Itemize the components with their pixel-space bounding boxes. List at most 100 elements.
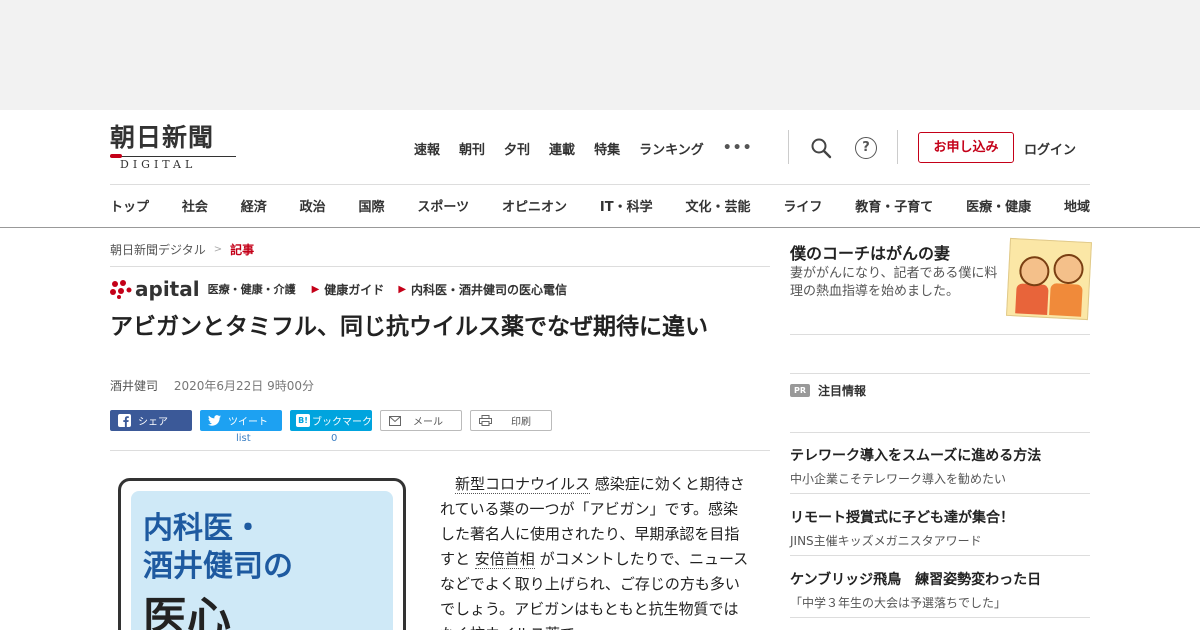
top-nav-item[interactable]: 特集 <box>594 139 620 158</box>
twitter-share-label: ツイート <box>228 417 268 428</box>
top-nav-item[interactable]: 連載 <box>549 139 575 158</box>
top-nav-item[interactable]: 朝刊 <box>459 139 485 158</box>
article-image-text: 医心 <box>143 593 231 630</box>
category-item[interactable]: 地域 <box>1064 196 1090 215</box>
pr-badge: PR <box>790 384 810 397</box>
print-button[interactable]: 印刷 <box>470 410 552 431</box>
mail-icon <box>387 414 403 427</box>
login-link[interactable]: ログイン <box>1024 139 1076 158</box>
pr-item[interactable]: ケンブリッジ飛鳥 練習姿勢変わった日 「中学３年生の大会は予選落ちでした」 <box>790 569 1090 611</box>
category-item[interactable]: 文化・芸能 <box>685 196 750 215</box>
keyword-link[interactable]: 安倍首相 <box>474 550 535 569</box>
category-item[interactable]: オピニオン <box>502 196 567 215</box>
pr-item[interactable]: リモート授賞式に子ども達が集合！ JINS主催キッズメガニスタアワード <box>790 507 1090 549</box>
article-title: アビガンとタミフル、同じ抗ウイルス薬でなぜ期待に違い <box>110 314 708 340</box>
promo-description[interactable]: 妻ががんになり、記者である僕に料理の熱血指導を始めました。 <box>790 265 1005 301</box>
breadcrumb: 朝日新聞デジタル > 記事 <box>110 241 254 258</box>
pr-item-subtitle: 中小企業こそテレワーク導入を勧めたい <box>790 472 1007 486</box>
category-item[interactable]: 国際 <box>359 196 385 215</box>
mail-share-label: メール <box>413 417 443 428</box>
keyword-link[interactable]: 新型コロナウイルス <box>455 475 591 494</box>
help-icon[interactable]: ? <box>855 137 877 159</box>
print-icon <box>477 414 493 427</box>
asahi-logo[interactable]: 朝日新聞 DIGITAL <box>110 123 240 171</box>
sidebar-divider <box>790 493 1090 494</box>
pr-item[interactable]: テレワーク導入をスムーズに進める方法 中小企業こそテレワーク導入を勧めたい <box>790 445 1090 487</box>
sidebar-divider <box>790 555 1090 556</box>
facebook-share-button[interactable]: シェア <box>110 410 192 431</box>
category-item[interactable]: トップ <box>110 196 149 215</box>
hatena-bookmark-button[interactable]: B! ブックマーク <box>290 410 372 431</box>
triangle-right-icon: ▶ <box>311 283 320 295</box>
pr-item-title: テレワーク導入をスムーズに進める方法 <box>790 448 1042 464</box>
category-item[interactable]: 医療・健康 <box>966 196 1031 215</box>
sidebar-divider <box>790 334 1090 335</box>
author[interactable]: 酒井健司 <box>110 379 158 393</box>
twitter-count[interactable]: list <box>236 433 251 444</box>
promo-illustration[interactable] <box>1006 237 1092 321</box>
twitter-share-button[interactable]: ツイート <box>200 410 282 431</box>
more-menu-icon[interactable]: ••• <box>723 140 753 156</box>
nav-divider <box>0 227 1200 228</box>
facebook-share-label: シェア <box>138 417 168 428</box>
pr-item-subtitle: JINS主催キッズメガニスタアワード <box>790 534 982 548</box>
category-list: トップ 社会 経済 政治 国際 スポーツ オピニオン IT・科学 文化・芸能 ラ… <box>110 196 1090 215</box>
apply-button[interactable]: お申し込み <box>918 132 1014 163</box>
apital-link-label: 内科医・酒井健司の医心電信 <box>411 282 568 297</box>
promo-title[interactable]: 僕のコーチはがんの妻 <box>790 240 950 264</box>
byline: 酒井健司 2020年6月22日 9時00分 <box>110 377 314 394</box>
category-item[interactable]: 政治 <box>300 196 326 215</box>
pr-header: PR 注目情報 <box>790 382 866 399</box>
apital-link-column[interactable]: ▶ 内科医・酒井健司の医心電信 <box>398 281 567 298</box>
top-nav-item[interactable]: 速報 <box>414 139 440 158</box>
hatena-bookmark-icon: B! <box>296 414 310 427</box>
apital-wordmark: apital <box>135 277 200 301</box>
article-body: 新型コロナウイルス 感染症に効くと期待されている薬の一つが「アビガン」です。感染… <box>440 472 750 630</box>
hatena-bookmark-label: ブックマーク <box>312 417 372 428</box>
pr-item-subtitle: 「中学３年生の大会は予選落ちでした」 <box>790 596 1007 610</box>
category-item[interactable]: 教育・子育て <box>855 196 933 215</box>
category-item[interactable]: 社会 <box>182 196 208 215</box>
header-divider <box>897 130 898 164</box>
apital-tagline: 医療・健康・介護 <box>207 283 296 296</box>
category-item[interactable]: スポーツ <box>417 196 469 215</box>
print-label: 印刷 <box>511 417 531 428</box>
pr-item-title: リモート授賞式に子ども達が集合！ <box>790 510 1014 526</box>
article-image-text: 酒井健司の <box>143 549 293 584</box>
sidebar-divider <box>790 432 1090 433</box>
top-nav-item[interactable]: 夕刊 <box>504 139 530 158</box>
breadcrumb-home[interactable]: 朝日新聞デジタル <box>110 241 206 258</box>
article-image[interactable]: 内科医・ 酒井健司の 医心 <box>118 478 406 630</box>
apital-dots-icon <box>110 280 132 299</box>
category-item[interactable]: ライフ <box>783 196 822 215</box>
search-icon[interactable] <box>810 137 832 159</box>
mail-share-button[interactable]: メール <box>380 410 462 431</box>
breadcrumb-separator: > <box>213 244 223 255</box>
breadcrumb-current[interactable]: 記事 <box>230 241 254 258</box>
share-buttons: シェア ツイート B! ブックマーク メール 印刷 <box>110 410 560 431</box>
illustration-face <box>1018 255 1051 287</box>
apital-link-guide[interactable]: ▶ 健康ガイド <box>312 281 385 298</box>
apital-bar: apital 医療・健康・介護 ▶ 健康ガイド ▶ 内科医・酒井健司の医心電信 <box>110 277 581 301</box>
pr-label: 注目情報 <box>818 384 867 398</box>
category-item[interactable]: 経済 <box>241 196 267 215</box>
logo-name: 朝日新聞 <box>110 123 215 152</box>
ad-space <box>0 0 1200 110</box>
pr-item-title: ケンブリッジ飛鳥 練習姿勢変わった日 <box>790 572 1042 588</box>
category-item[interactable]: IT・科学 <box>600 196 653 215</box>
article-image-text: 内科医・ <box>143 511 263 546</box>
apital-link-label: 健康ガイド <box>324 282 385 297</box>
apital-logo[interactable]: apital <box>110 277 200 301</box>
facebook-icon <box>116 414 132 427</box>
illustration-figure <box>1049 283 1083 317</box>
nav-divider <box>110 184 1090 185</box>
publish-date: 2020年6月22日 9時00分 <box>173 379 315 393</box>
illustration-face <box>1052 253 1085 285</box>
share-divider <box>110 450 770 451</box>
hatena-count[interactable]: 0 <box>331 433 337 444</box>
category-nav: トップ 社会 経済 政治 国際 スポーツ オピニオン IT・科学 文化・芸能 ラ… <box>0 184 1200 228</box>
header-divider <box>788 130 789 164</box>
top-nav-item[interactable]: ランキング <box>639 139 704 158</box>
sidebar-divider <box>790 373 1090 374</box>
twitter-icon <box>206 414 222 427</box>
